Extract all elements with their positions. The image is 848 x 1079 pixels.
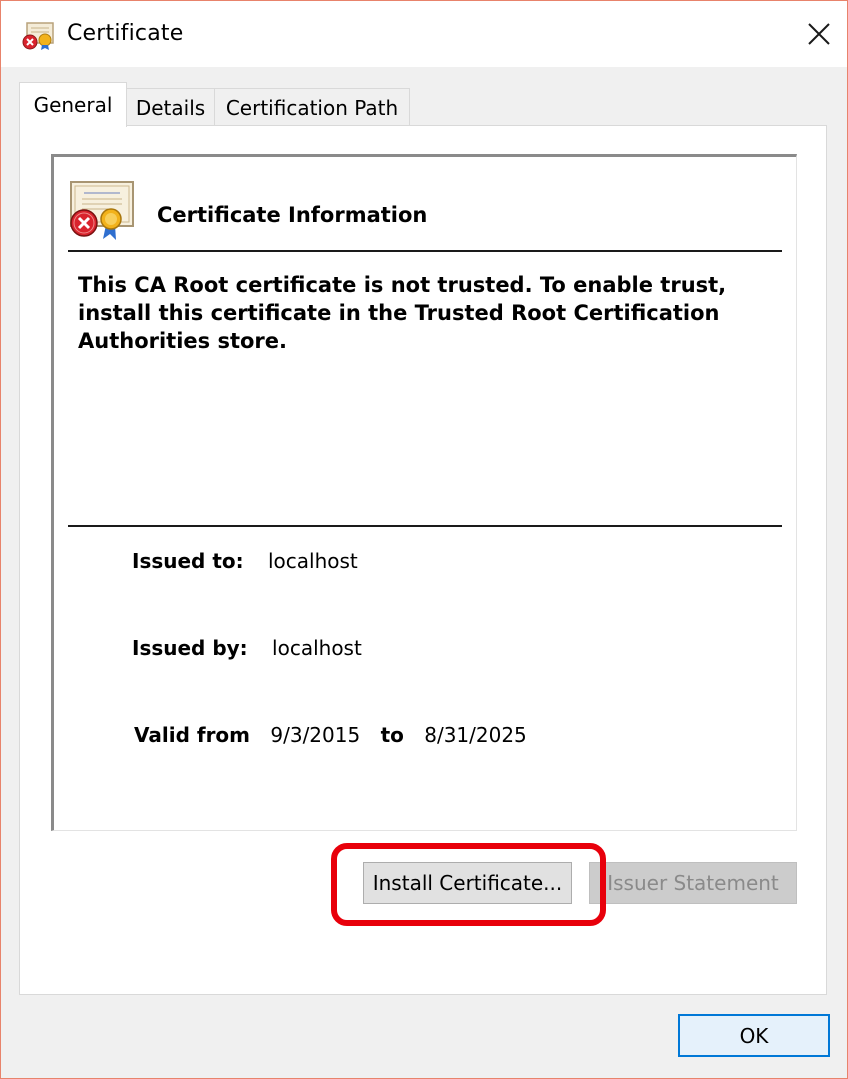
certificate-untrusted-icon bbox=[21, 19, 55, 51]
info-heading: Certificate Information bbox=[157, 203, 428, 227]
issued-to-label: Issued to: bbox=[132, 549, 244, 573]
ok-button[interactable]: OK bbox=[678, 1014, 830, 1057]
issued-by-value: localhost bbox=[272, 636, 362, 660]
close-button[interactable] bbox=[791, 1, 847, 67]
tab-details[interactable]: Details bbox=[126, 88, 215, 126]
issued-to-value: localhost bbox=[268, 549, 358, 573]
valid-to-value: 8/31/2025 bbox=[424, 723, 527, 747]
certificate-info-box: Certificate Information This CA Root cer… bbox=[51, 154, 797, 831]
title-bar: Certificate bbox=[1, 1, 847, 67]
issuer-statement-button: Issuer Statement bbox=[589, 862, 797, 904]
install-certificate-button[interactable]: Install Certificate... bbox=[363, 862, 572, 904]
valid-to-label: to bbox=[380, 723, 404, 747]
close-icon bbox=[808, 23, 830, 45]
tab-general[interactable]: General bbox=[19, 82, 127, 127]
issued-to-row: Issued to: localhost bbox=[132, 549, 358, 573]
validity-row: Valid from 9/3/2015 to 8/31/2025 bbox=[134, 723, 527, 747]
divider bbox=[68, 525, 782, 527]
tab-certification-path[interactable]: Certification Path bbox=[214, 88, 410, 126]
valid-from-label: Valid from bbox=[134, 723, 251, 747]
certificate-untrusted-icon bbox=[68, 179, 136, 241]
certificate-dialog: Certificate General Details Certificatio… bbox=[0, 0, 848, 1079]
divider bbox=[68, 250, 782, 252]
issued-by-label: Issued by: bbox=[132, 636, 248, 660]
trust-message: This CA Root certificate is not trusted.… bbox=[78, 273, 727, 353]
issued-by-row: Issued by: localhost bbox=[132, 636, 362, 660]
valid-from-value: 9/3/2015 bbox=[270, 723, 361, 747]
window-title: Certificate bbox=[67, 21, 184, 46]
